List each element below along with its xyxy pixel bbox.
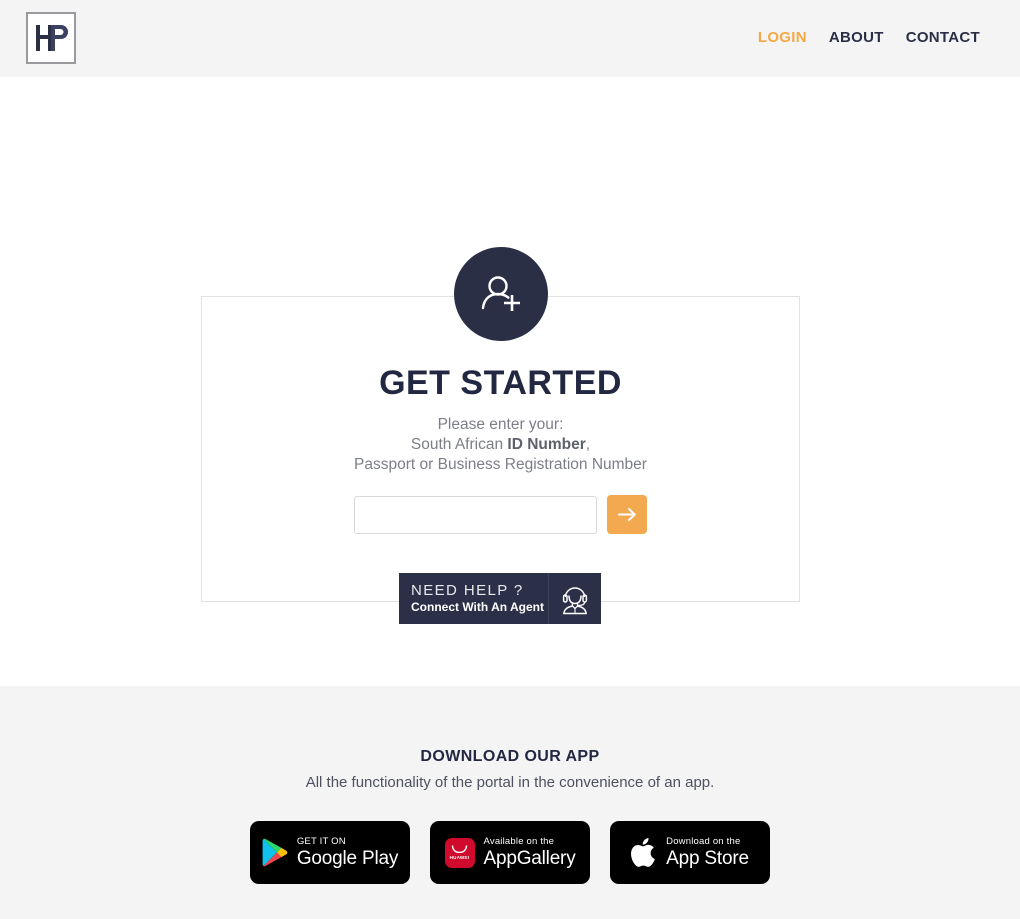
instructions-line-2-suffix: , (585, 436, 591, 453)
main-content: GET STARTED Please enter your: South Afr… (0, 77, 1020, 686)
arrow-right-icon (617, 508, 636, 521)
id-number-input[interactable] (354, 495, 597, 534)
site-header: LOGIN ABOUT CONTACT (0, 0, 1020, 77)
huawei-appgallery-icon: HUAWEI (444, 837, 475, 868)
app-store-big-label: App Store (666, 847, 749, 869)
need-help-widget[interactable]: NEED HELP ? Connect With An Agent (399, 573, 601, 624)
nav-link-login[interactable]: LOGIN (758, 29, 807, 46)
appgallery-badge[interactable]: HUAWEI Available on the AppGallery (430, 821, 590, 884)
app-store-small-label: Download on the (666, 836, 741, 848)
user-plus-avatar (454, 247, 548, 341)
apple-icon (631, 838, 655, 867)
main-nav: LOGIN ABOUT CONTACT (758, 29, 980, 46)
hp-logo[interactable] (26, 12, 76, 64)
need-help-subtitle: Connect With An Agent (411, 600, 544, 614)
get-started-card: GET STARTED Please enter your: South Afr… (201, 296, 800, 602)
submit-button[interactable] (607, 495, 647, 534)
need-help-text: NEED HELP ? Connect With An Agent (399, 573, 549, 624)
instructions-line-1: Please enter your: (437, 416, 564, 433)
footer-title: DOWNLOAD OUR APP (420, 748, 600, 765)
nav-link-about[interactable]: ABOUT (829, 29, 884, 46)
google-play-icon (262, 838, 288, 867)
google-play-big-label: Google Play (296, 847, 399, 869)
appgallery-big-label: AppGallery (483, 847, 576, 869)
instructions-line-2: South African ID Number, (202, 435, 799, 455)
app-store-text: Download on the App Store (666, 837, 749, 868)
footer-subtitle: All the functionality of the portal in t… (305, 774, 715, 791)
appgallery-text: Available on the AppGallery (484, 837, 576, 868)
page-title: GET STARTED (379, 364, 622, 402)
huawei-petal-icon (451, 845, 468, 853)
support-agent-icon (562, 586, 588, 614)
download-footer: DOWNLOAD OUR APP All the functionality o… (0, 686, 1020, 919)
huawei-wordmark: HUAWEI (449, 855, 470, 860)
instructions-text: Please enter your: South African ID Numb… (202, 415, 799, 475)
need-help-title: NEED HELP ? (411, 582, 524, 599)
id-form (202, 495, 799, 534)
appgallery-small-label: Available on the (483, 836, 555, 848)
instructions-id-number: ID Number (507, 436, 586, 453)
instructions-line-3: Passport or Business Registration Number (354, 456, 647, 473)
user-plus-icon (481, 276, 520, 311)
google-play-text: GET IT ON Google Play (296, 836, 399, 869)
google-play-badge[interactable]: GET IT ON Google Play (250, 821, 410, 884)
store-badges: GET IT ON Google Play HUAWEI Available o… (0, 821, 1020, 884)
instructions-line-2-prefix: South African (410, 436, 508, 453)
app-store-badge[interactable]: Download on the App Store (610, 821, 770, 884)
google-play-small-label: GET IT ON (296, 836, 346, 848)
hp-logo-icon (36, 25, 68, 51)
support-agent-icon-wrap (549, 573, 601, 624)
nav-link-contact[interactable]: CONTACT (906, 29, 980, 46)
